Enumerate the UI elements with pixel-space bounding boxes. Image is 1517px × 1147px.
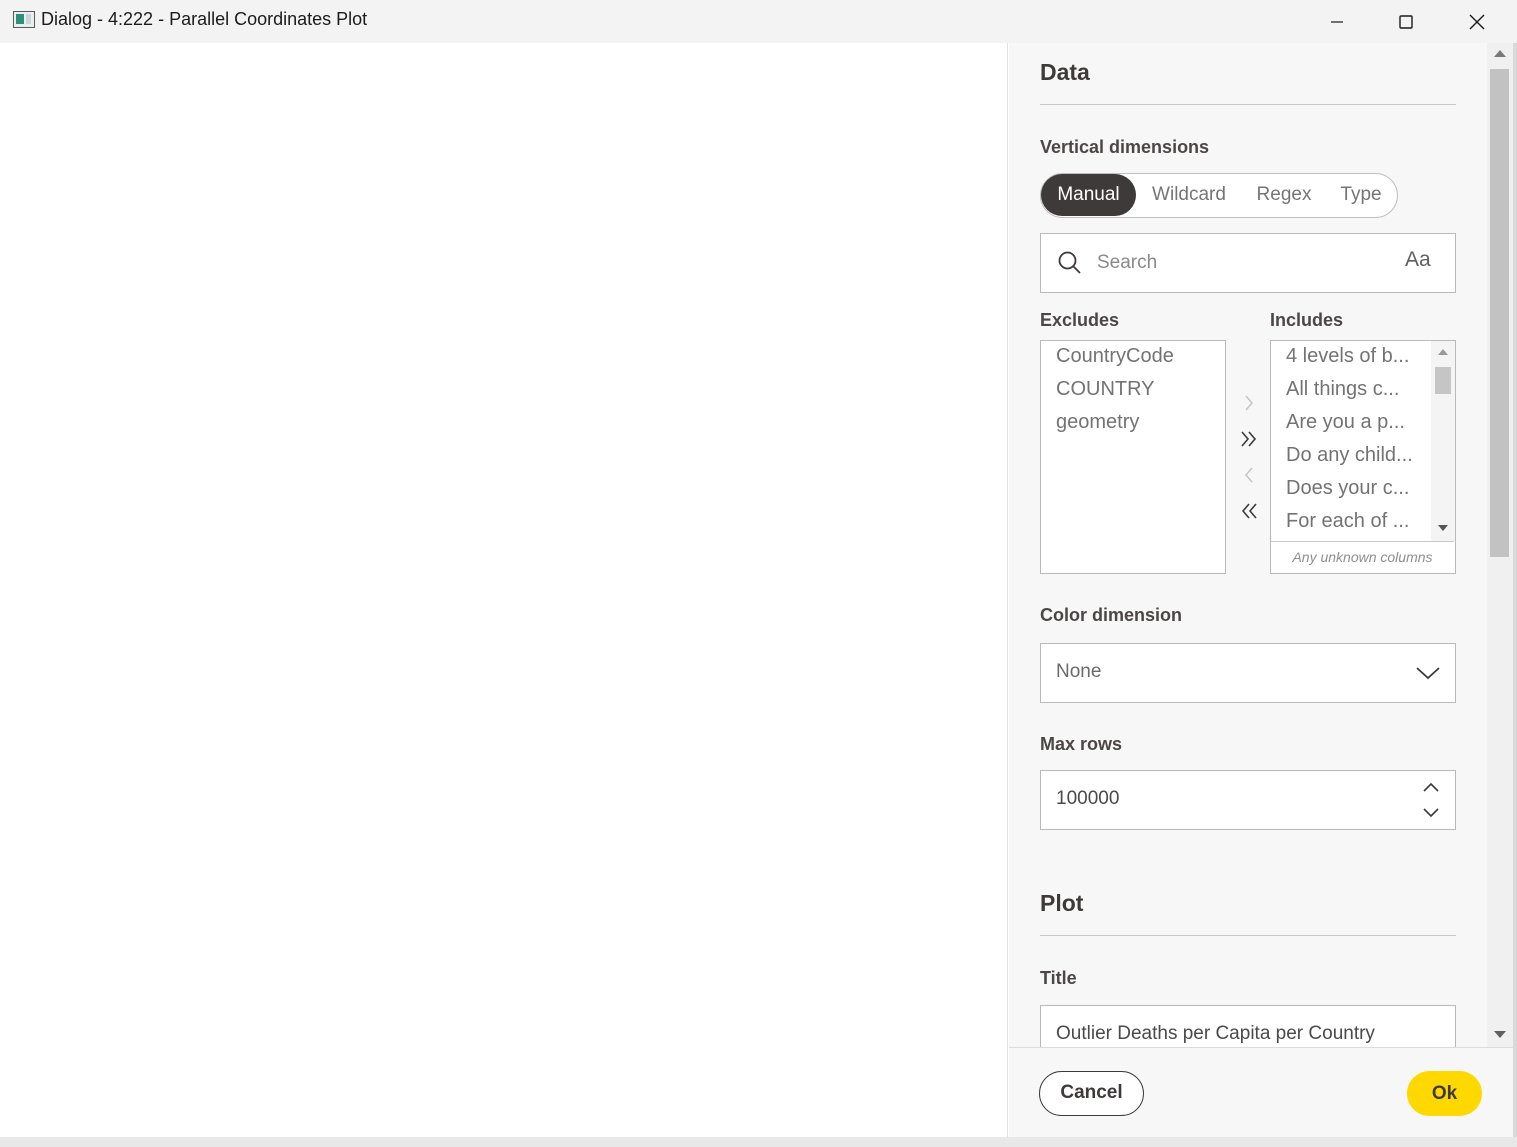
chevron-down-icon xyxy=(1416,667,1440,680)
list-item[interactable]: CountryCode xyxy=(1056,345,1174,368)
double-chevron-left-icon xyxy=(1241,503,1257,519)
settings-panel: Data Vertical dimensions Manual Wildcard… xyxy=(1009,43,1487,1047)
list-item[interactable]: Are you a p... xyxy=(1286,411,1405,434)
panel-scrollbar[interactable] xyxy=(1487,43,1513,1047)
case-sensitive-toggle[interactable]: Aa xyxy=(1405,248,1431,272)
move-left-button[interactable] xyxy=(1238,462,1260,488)
mode-regex-tab[interactable]: Regex xyxy=(1247,174,1321,216)
list-item[interactable]: Do any child... xyxy=(1286,444,1413,467)
data-section-divider xyxy=(1040,104,1456,105)
title-label: Title xyxy=(1040,968,1077,988)
ok-button[interactable]: Ok xyxy=(1407,1071,1482,1116)
mode-type-tab[interactable]: Type xyxy=(1327,174,1395,216)
maximize-button[interactable] xyxy=(1371,0,1441,43)
excludes-list[interactable]: CountryCode COUNTRY geometry xyxy=(1040,340,1226,574)
plot-section-heading: Plot xyxy=(1040,890,1084,916)
color-dimension-label: Color dimension xyxy=(1040,605,1183,625)
excludes-label: Excludes xyxy=(1040,310,1120,330)
list-item[interactable]: Does your c... xyxy=(1286,477,1409,500)
move-all-right-button[interactable] xyxy=(1238,426,1260,452)
color-dimension-select[interactable]: None xyxy=(1040,643,1456,703)
window-title-bar: Dialog - 4:222 - Parallel Coordinates Pl… xyxy=(0,0,1517,43)
search-icon xyxy=(1058,251,1081,274)
unknown-columns-placeholder: Any unknown columns xyxy=(1271,541,1454,572)
includes-list[interactable]: 4 levels of b... All things c... Are you… xyxy=(1270,340,1456,574)
window-bottom-edge xyxy=(0,1137,1517,1147)
list-item[interactable]: COUNTRY xyxy=(1056,378,1155,401)
dimension-mode-switch: Manual Wildcard Regex Type xyxy=(1040,173,1398,218)
close-window-button[interactable] xyxy=(1442,0,1512,43)
list-item[interactable]: geometry xyxy=(1056,411,1139,434)
data-section-heading: Data xyxy=(1040,59,1090,85)
chevron-left-icon xyxy=(1244,467,1253,483)
color-dimension-value: None xyxy=(1056,661,1102,682)
plot-title-value: Outlier Deaths per Capita per Country xyxy=(1056,1023,1375,1044)
scroll-down-icon[interactable] xyxy=(1438,525,1448,531)
increment-icon[interactable] xyxy=(1422,780,1440,794)
dialog-footer: Cancel Ok xyxy=(1009,1047,1513,1137)
window-title: Dialog - 4:222 - Parallel Coordinates Pl… xyxy=(41,9,368,29)
list-item[interactable]: For each of ... xyxy=(1286,510,1409,533)
max-rows-label: Max rows xyxy=(1040,734,1123,754)
plot-preview-area xyxy=(0,43,1008,1137)
scroll-thumb[interactable] xyxy=(1435,367,1451,394)
minimize-icon xyxy=(1331,20,1343,23)
move-all-left-button[interactable] xyxy=(1238,498,1260,524)
window-edge xyxy=(1513,43,1517,1147)
list-item[interactable]: All things c... xyxy=(1286,378,1399,401)
includes-label: Includes xyxy=(1270,310,1344,330)
plot-section-divider xyxy=(1040,935,1456,936)
vertical-dimensions-label: Vertical dimensions xyxy=(1040,137,1210,157)
scroll-up-icon[interactable] xyxy=(1494,50,1506,57)
list-item[interactable]: 4 levels of b... xyxy=(1286,345,1409,368)
scroll-thumb[interactable] xyxy=(1490,69,1509,557)
cancel-button[interactable]: Cancel xyxy=(1039,1071,1144,1116)
max-rows-stepper[interactable]: 100000 xyxy=(1040,770,1456,830)
plot-title-input[interactable]: Outlier Deaths per Capita per Country xyxy=(1040,1005,1456,1047)
max-rows-value: 100000 xyxy=(1056,788,1120,809)
close-icon xyxy=(1469,14,1485,29)
chevron-right-icon xyxy=(1245,395,1254,411)
includes-scrollbar[interactable] xyxy=(1431,341,1455,541)
scroll-up-icon[interactable] xyxy=(1438,349,1448,355)
mode-wildcard-tab[interactable]: Wildcard xyxy=(1141,174,1237,216)
decrement-icon[interactable] xyxy=(1422,806,1440,820)
column-search-box: Aa xyxy=(1040,233,1456,293)
double-chevron-right-icon xyxy=(1241,431,1257,447)
move-right-button[interactable] xyxy=(1238,390,1260,416)
scroll-down-icon[interactable] xyxy=(1494,1031,1506,1038)
maximize-icon xyxy=(1399,14,1413,29)
search-input[interactable] xyxy=(1097,249,1387,277)
mode-manual-tab[interactable]: Manual xyxy=(1041,174,1136,216)
app-icon xyxy=(13,11,35,28)
minimize-button[interactable] xyxy=(1302,0,1372,43)
